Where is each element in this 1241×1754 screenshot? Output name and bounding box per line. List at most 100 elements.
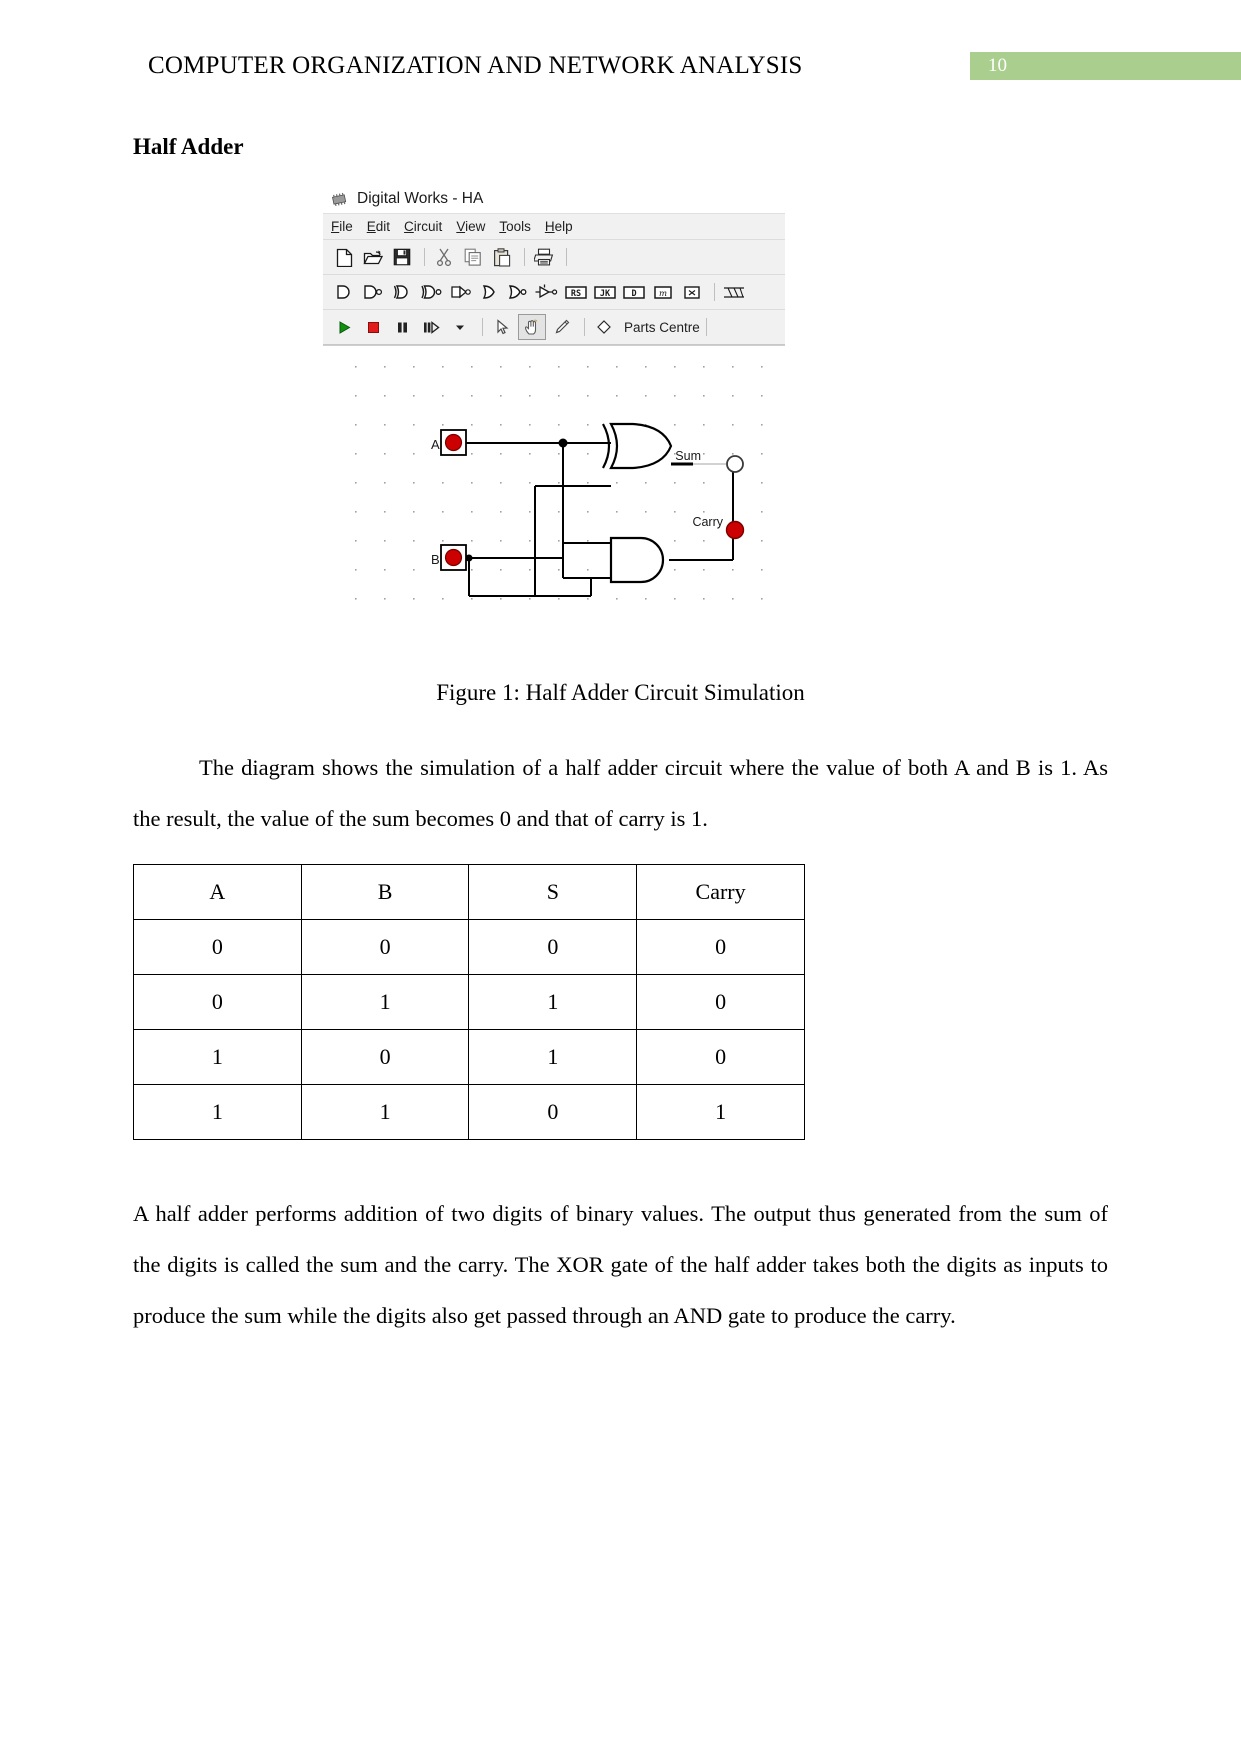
table-header-row: A B S Carry xyxy=(133,864,805,920)
rs-flipflop-icon[interactable]: RS xyxy=(563,280,589,304)
cell-b: 0 xyxy=(300,919,470,975)
copy-icon[interactable] xyxy=(460,245,486,269)
menu-mnemonic: E xyxy=(366,219,376,234)
toolbar-separator xyxy=(482,318,483,336)
nor-gate-icon[interactable] xyxy=(505,280,531,304)
diamond-icon xyxy=(591,315,617,339)
parts-centre-label[interactable]: Parts Centre xyxy=(624,320,700,335)
page-header: COMPUTER ORGANIZATION AND NETWORK ANALYS… xyxy=(0,0,1241,110)
pause-icon[interactable] xyxy=(389,315,415,339)
cell-s: 1 xyxy=(468,1029,638,1085)
svg-text:RS: RS xyxy=(571,289,581,299)
output-sum-led[interactable] xyxy=(726,455,744,473)
toolbar-separator xyxy=(705,318,707,336)
xor-gate[interactable] xyxy=(602,422,673,470)
pointer-cursor-icon[interactable] xyxy=(489,315,515,339)
svg-text:m: m xyxy=(659,289,667,299)
menu-label-rest: iew xyxy=(465,219,486,234)
open-folder-icon[interactable] xyxy=(360,245,386,269)
m-flipflop-icon[interactable]: m xyxy=(650,280,676,304)
output-sum-label: Sum xyxy=(675,449,701,463)
cell-s: 1 xyxy=(468,974,638,1030)
grid-dots xyxy=(355,366,763,600)
cross-icon[interactable] xyxy=(679,280,705,304)
run-play-icon[interactable] xyxy=(331,315,357,339)
bus-icon[interactable] xyxy=(721,280,747,304)
app-titlebar: Digital Works - HA xyxy=(323,185,785,213)
new-document-icon[interactable] xyxy=(331,245,357,269)
half-adder-truth-table: A B S Carry 0 0 0 0 0 1 1 0 1 0 1 0 1 1 … xyxy=(133,864,805,1140)
circuit-canvas[interactable]: A B Sum Carry xyxy=(323,345,785,616)
toolbar-separator xyxy=(714,283,715,301)
document-running-head: COMPUTER ORGANIZATION AND NETWORK ANALYS… xyxy=(148,52,803,79)
not-gate-icon[interactable] xyxy=(447,280,473,304)
menu-item-help[interactable]: Help xyxy=(545,219,573,234)
menu-item-file[interactable]: File xyxy=(331,219,353,234)
jk-flipflop-icon[interactable]: JK xyxy=(592,280,618,304)
paragraph-description: The diagram shows the simulation of a ha… xyxy=(133,742,1108,844)
app-menubar: File Edit Circuit View Tools Help xyxy=(323,213,785,239)
tristate-buffer-icon[interactable] xyxy=(534,280,560,304)
chip-icon xyxy=(329,192,349,207)
xnor-gate-icon[interactable] xyxy=(418,280,444,304)
menu-item-tools[interactable]: Tools xyxy=(499,219,531,234)
paragraph-text: The diagram shows the simulation of a ha… xyxy=(133,755,1108,831)
page-number: 10 xyxy=(988,55,1007,76)
cell-s: 0 xyxy=(468,1084,638,1140)
table-row: 0 0 0 0 xyxy=(133,919,805,975)
paragraph-explanation: A half adder performs addition of two di… xyxy=(133,1201,1108,1328)
cut-scissors-icon[interactable] xyxy=(431,245,457,269)
cell-a: 1 xyxy=(133,1029,302,1085)
toolbar-separator xyxy=(424,248,425,266)
menu-label-rest: ile xyxy=(339,219,353,234)
cell-s: 0 xyxy=(468,919,638,975)
and-gate[interactable] xyxy=(609,536,665,584)
input-a-switch[interactable] xyxy=(440,429,467,456)
column-header-carry: Carry xyxy=(636,864,805,920)
column-header-a: A xyxy=(133,864,302,920)
toolbar-separator xyxy=(524,248,525,266)
section-heading: Half Adder xyxy=(133,134,244,159)
and-gate-icon[interactable] xyxy=(331,280,357,304)
pencil-tool-icon[interactable] xyxy=(549,315,575,339)
speed-dropdown-icon[interactable] xyxy=(447,315,473,339)
cell-carry: 0 xyxy=(636,974,805,1030)
hand-tool-icon[interactable] xyxy=(518,314,546,340)
stop-icon[interactable] xyxy=(360,315,386,339)
table-row: 0 1 1 0 xyxy=(133,974,805,1030)
cell-carry: 1 xyxy=(636,1084,805,1140)
input-b-switch[interactable] xyxy=(440,544,467,571)
menu-mnemonic: V xyxy=(456,219,466,234)
column-header-b: B xyxy=(300,864,470,920)
step-icon[interactable] xyxy=(418,315,444,339)
menu-item-view[interactable]: View xyxy=(456,219,485,234)
menu-label-rest: dit xyxy=(375,219,391,234)
cell-carry: 0 xyxy=(636,919,805,975)
column-header-s: S xyxy=(468,864,638,920)
figure-caption: Figure 1: Half Adder Circuit Simulation xyxy=(436,680,805,705)
menu-item-circuit[interactable]: Circuit xyxy=(404,219,442,234)
cell-a: 1 xyxy=(133,1084,302,1140)
app-title: Digital Works - HA xyxy=(357,190,484,207)
table-row: 1 0 1 0 xyxy=(133,1029,805,1085)
nand-gate-icon[interactable] xyxy=(360,280,386,304)
xor-gate-icon[interactable] xyxy=(389,280,415,304)
output-carry-led[interactable] xyxy=(725,520,745,540)
chip-icon-svg xyxy=(332,192,347,207)
gates-toolbar: RS JK D m xyxy=(323,274,785,309)
or-gate-icon[interactable] xyxy=(476,280,502,304)
d-flipflop-icon[interactable]: D xyxy=(621,280,647,304)
menu-item-edit[interactable]: Edit xyxy=(367,219,390,234)
svg-text:JK: JK xyxy=(600,289,611,299)
input-b-label: B xyxy=(431,552,440,567)
circuit-wires xyxy=(455,442,734,597)
paste-clipboard-icon[interactable] xyxy=(489,245,515,269)
save-disk-icon[interactable] xyxy=(389,245,415,269)
cell-b: 0 xyxy=(300,1029,470,1085)
digital-works-screenshot: Digital Works - HA File Edit Circuit Vie… xyxy=(323,185,785,616)
print-icon[interactable] xyxy=(531,245,557,269)
cell-b: 1 xyxy=(300,1084,470,1140)
cell-a: 0 xyxy=(133,974,302,1030)
menu-label-rest: elp xyxy=(554,219,573,234)
cell-a: 0 xyxy=(133,919,302,975)
